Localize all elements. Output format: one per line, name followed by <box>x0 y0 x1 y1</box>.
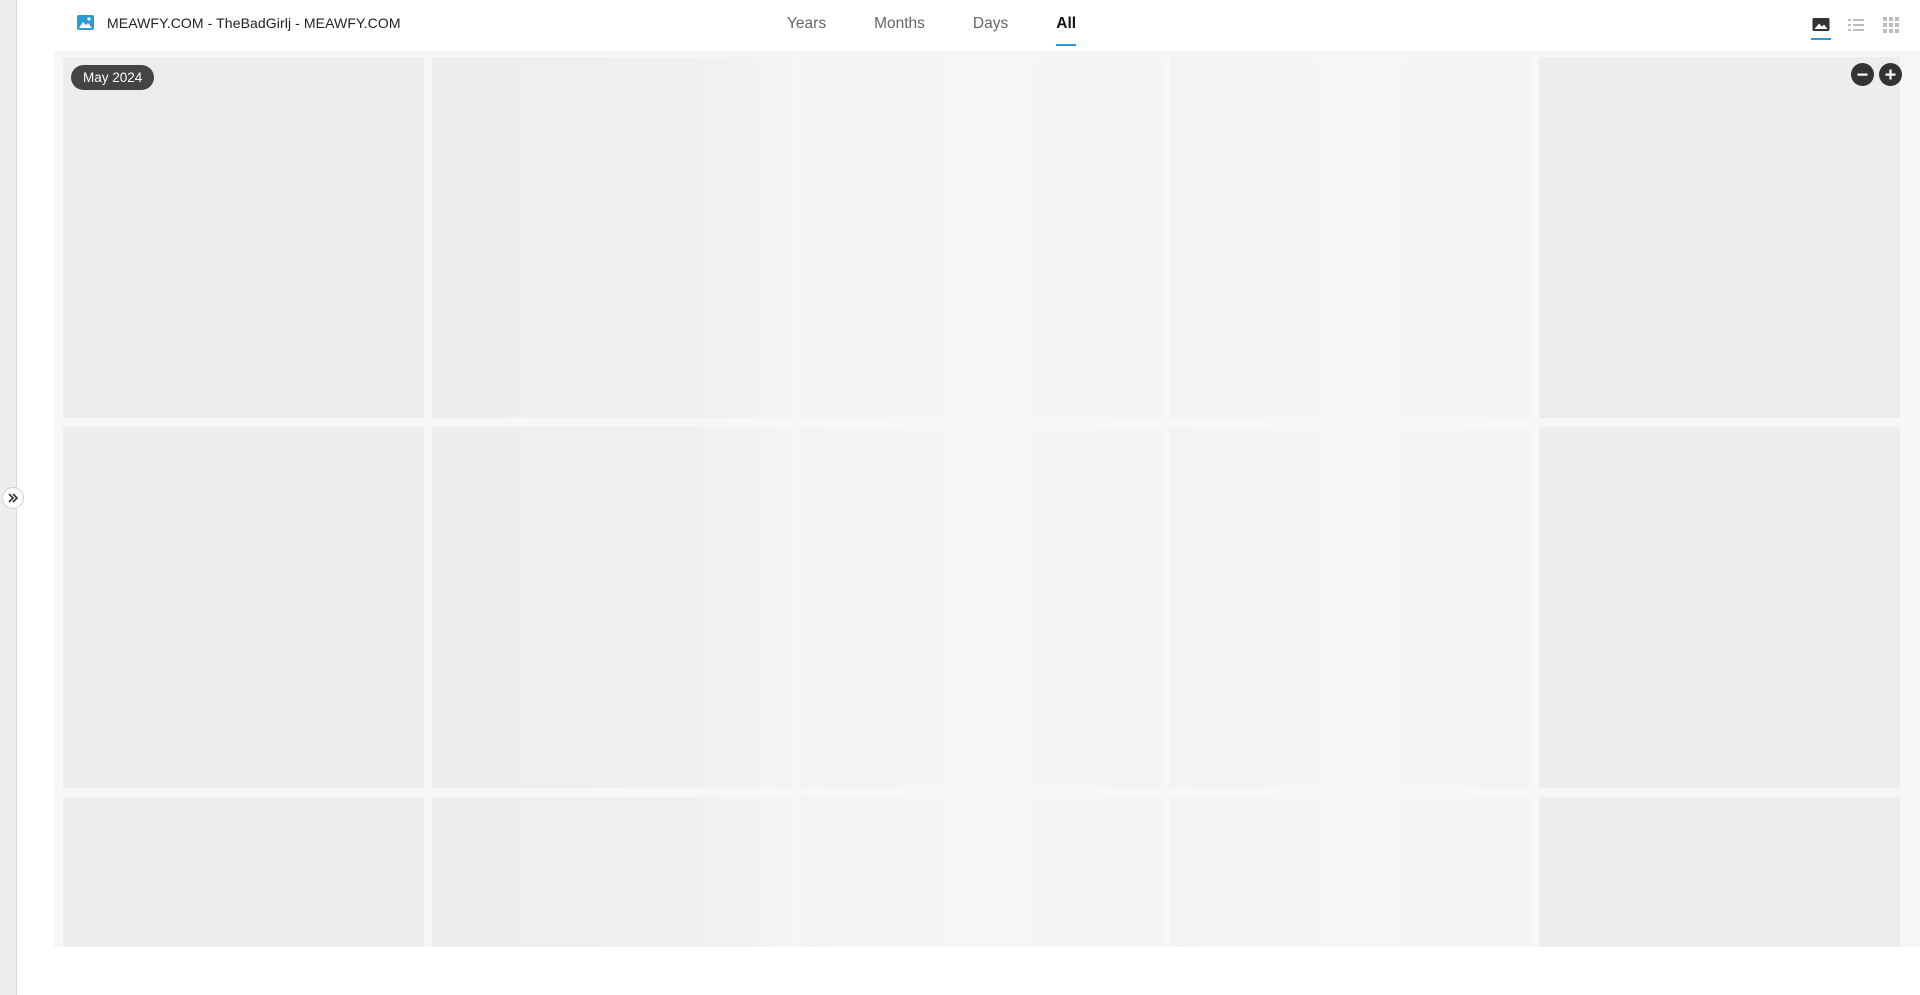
photo-tile[interactable] <box>1170 797 1531 947</box>
photo-view-icon <box>1812 18 1830 31</box>
photo-tile[interactable] <box>63 427 424 788</box>
album-header: MEAWFY.COM - TheBadGirlj - MEAWFY.COM <box>77 14 401 31</box>
list-view-button[interactable] <box>1845 13 1867 37</box>
photo-tile[interactable] <box>801 797 1162 947</box>
list-view-icon <box>1848 19 1864 31</box>
top-toolbar: MEAWFY.COM - TheBadGirlj - MEAWFY.COM Ye… <box>17 0 1920 48</box>
photo-tile[interactable] <box>1170 427 1531 788</box>
photo-tile[interactable] <box>1539 427 1900 788</box>
image-icon <box>77 15 94 30</box>
double-chevron-right-icon <box>8 493 19 503</box>
minus-icon <box>1857 73 1868 76</box>
plus-icon <box>1885 69 1896 80</box>
photo-tile[interactable] <box>432 427 793 788</box>
view-mode-switcher <box>1797 13 1902 40</box>
grid-view-button[interactable] <box>1880 13 1902 37</box>
album-title: MEAWFY.COM - TheBadGirlj - MEAWFY.COM <box>107 14 401 31</box>
expand-sidebar-button[interactable] <box>2 487 24 509</box>
timeline-tabs: Years Months Days All <box>787 0 1124 48</box>
photo-timeline <box>54 51 1920 947</box>
photo-grid <box>63 57 1900 947</box>
photo-tile[interactable] <box>432 797 793 947</box>
photo-tile[interactable] <box>1170 57 1531 418</box>
tab-years[interactable]: Years <box>787 0 826 48</box>
photo-tile[interactable] <box>63 57 424 418</box>
tab-all[interactable]: All <box>1056 0 1076 48</box>
zoom-controls <box>1846 63 1902 86</box>
tab-days[interactable]: Days <box>973 0 1008 48</box>
photo-tile[interactable] <box>1539 57 1900 418</box>
photo-tile[interactable] <box>801 57 1162 418</box>
photo-tile[interactable] <box>63 797 424 947</box>
date-section-label: May 2024 <box>71 65 155 90</box>
zoom-in-button[interactable] <box>1879 63 1902 86</box>
grid-view-icon <box>1883 17 1899 33</box>
photo-tile[interactable] <box>801 427 1162 788</box>
tab-months[interactable]: Months <box>874 0 925 48</box>
zoom-out-button[interactable] <box>1851 63 1874 86</box>
photo-view-button[interactable] <box>1810 13 1832 40</box>
photo-tile[interactable] <box>432 57 793 418</box>
photo-tile[interactable] <box>1539 797 1900 947</box>
